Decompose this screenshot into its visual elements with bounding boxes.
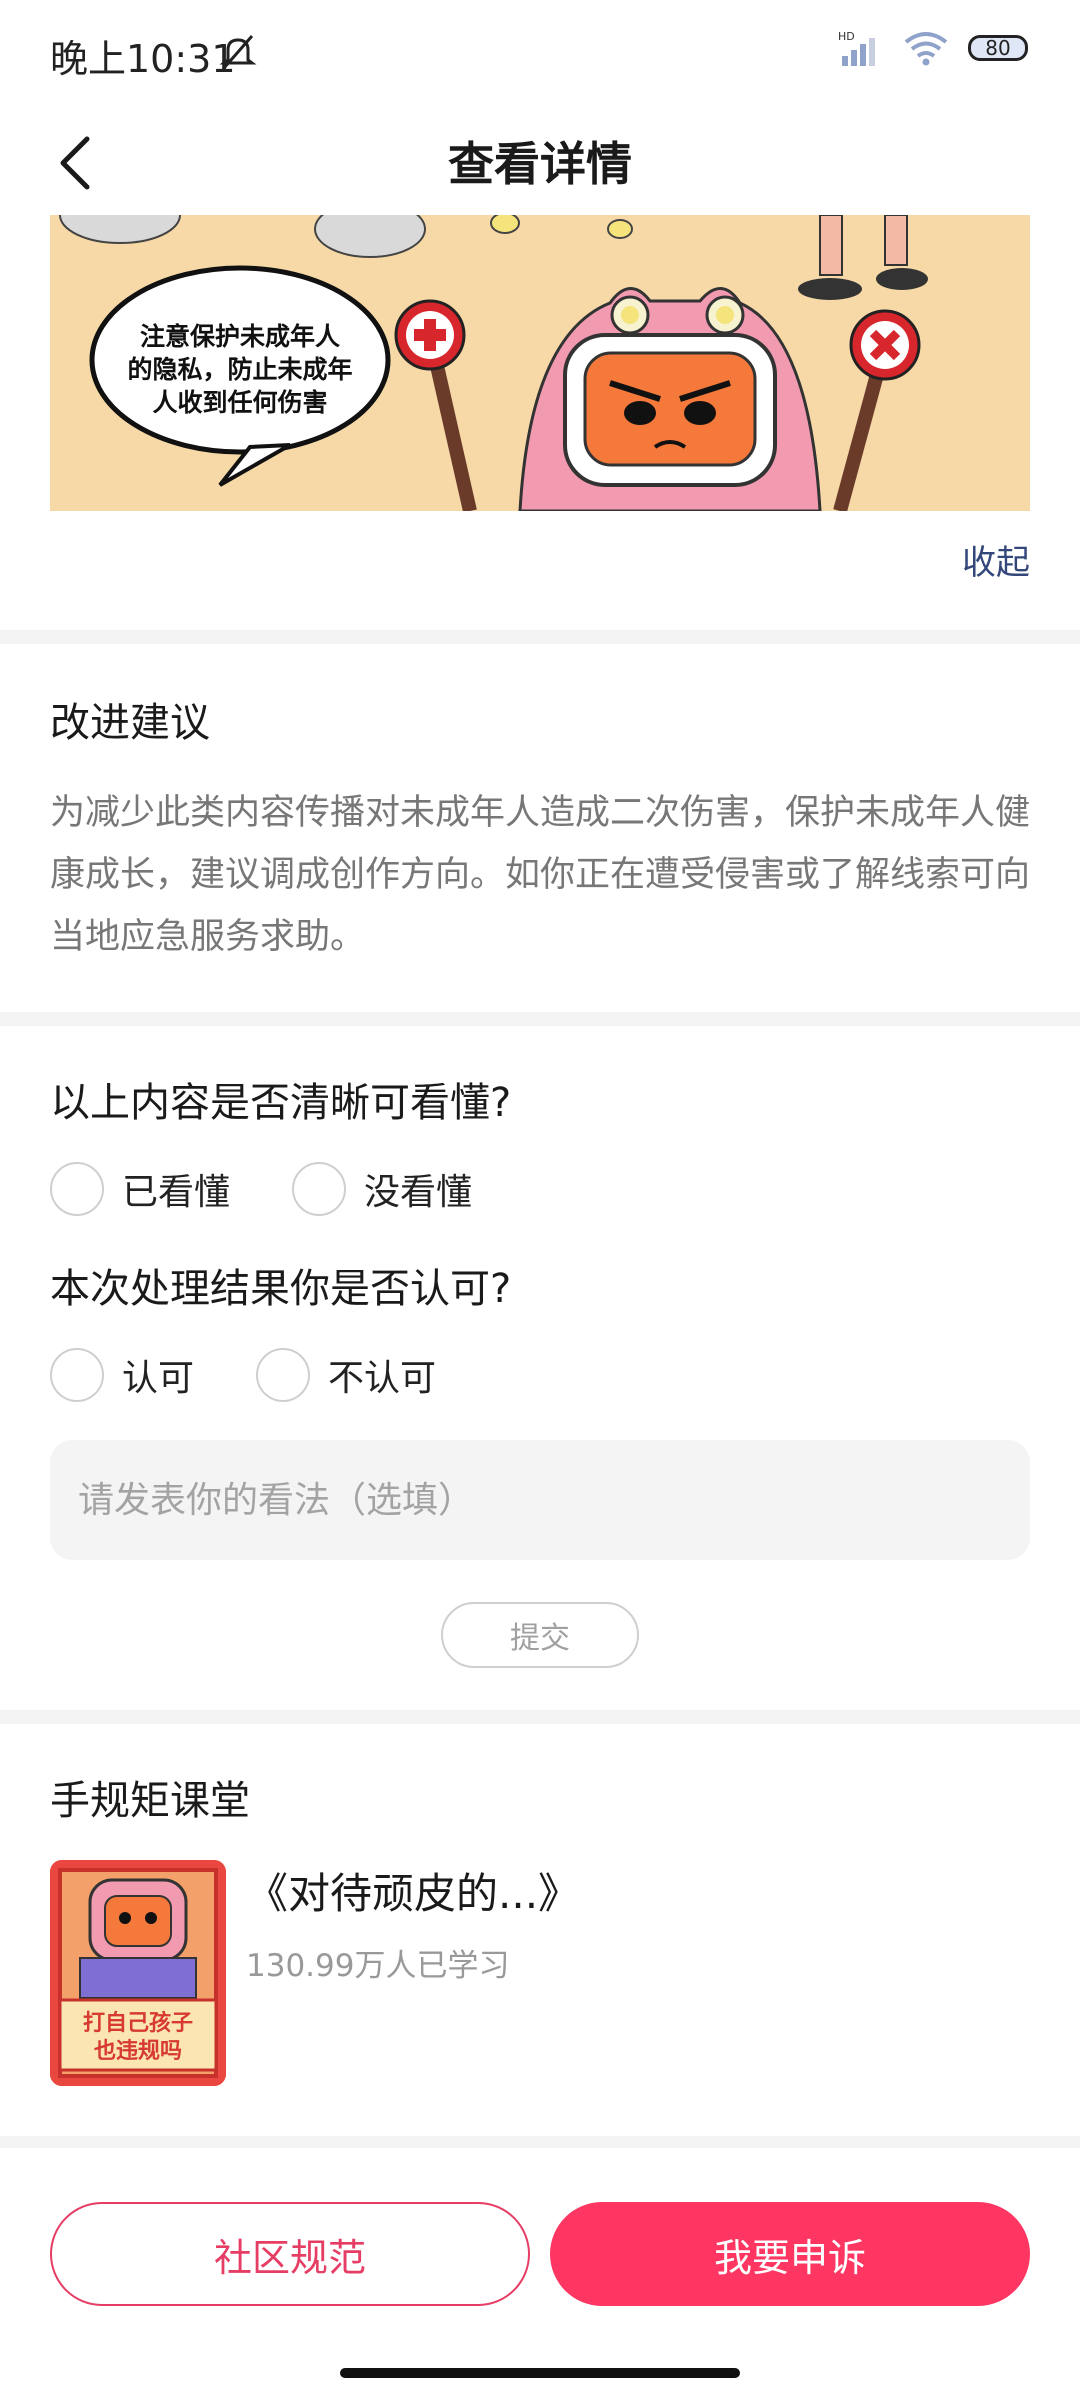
radio-label: 已看懂	[122, 1172, 231, 1213]
speech-line-3: 人收到任何伤害	[152, 388, 327, 417]
speech-line-2: 的隐私，防止未成年	[127, 355, 352, 384]
section-divider	[0, 630, 1080, 644]
status-time: 晚上10:31	[50, 37, 236, 81]
section-divider	[0, 1710, 1080, 1724]
course-thumbnail-art: 打自己孩子 也违规吗	[50, 1860, 226, 2086]
radio-label: 认可	[122, 1358, 195, 1399]
mute-bell-icon	[219, 35, 257, 69]
radio-label: 没看懂	[364, 1172, 473, 1213]
radio-circle[interactable]	[256, 1348, 310, 1402]
speech-line-1: 注意保护未成年人	[140, 322, 340, 351]
wifi-icon	[904, 32, 948, 66]
radio-circle[interactable]	[50, 1348, 104, 1402]
course-learners: 130.99万人已学习	[246, 1948, 510, 1984]
section-divider	[0, 2136, 1080, 2148]
status-bar: 晚上10:31 HD 80	[0, 0, 1080, 100]
banner-illustration: 注意保护未成年人 的隐私，防止未成年 人收到任何伤害	[50, 215, 1030, 511]
radio-understood[interactable]: 已看懂	[50, 1162, 230, 1216]
comment-input[interactable]	[50, 1440, 1030, 1560]
radio-approve[interactable]: 认可	[50, 1348, 194, 1402]
course-thumbnail: 打自己孩子 也违规吗	[50, 1860, 226, 2086]
appeal-button[interactable]: 我要申诉	[550, 2202, 1030, 2306]
community-guidelines-button[interactable]: 社区规范	[50, 2202, 530, 2306]
course-title[interactable]: 《对待顽皮的...》	[246, 1860, 580, 1921]
battery-icon: 80	[968, 35, 1028, 61]
improvement-title: 改进建议	[50, 700, 210, 746]
thumb-text-1: 打自己孩子	[83, 2010, 193, 2036]
radio-circle[interactable]	[292, 1162, 346, 1216]
network-type-label: HD	[838, 30, 855, 43]
signal-icon: HD	[838, 30, 875, 66]
radio-not-understood[interactable]: 没看懂	[292, 1162, 472, 1216]
course-section-title: 手规矩课堂	[50, 1778, 250, 1824]
thumb-text-2: 也违规吗	[94, 2038, 182, 2064]
collapse-link[interactable]: 收起	[962, 535, 1030, 584]
question-clarity: 以上内容是否清晰可看懂?	[50, 1080, 512, 1126]
radio-disapprove[interactable]: 不认可	[256, 1348, 436, 1402]
header: 查看详情	[0, 110, 1080, 210]
improvement-text: 为减少此类内容传播对未成年人造成二次伤害，保护未成年人健康成长，建议调成创作方向…	[50, 793, 1031, 957]
radio-label: 不认可	[328, 1358, 437, 1399]
mascot-illustration: 注意保护未成年人 的隐私，防止未成年 人收到任何伤害	[59, 215, 928, 511]
course-card[interactable]: 打自己孩子 也违规吗 《对待顽皮的...》 130.99万人已学习	[50, 1860, 1030, 2090]
home-indicator[interactable]	[340, 2368, 740, 2378]
section-divider	[0, 1012, 1080, 1026]
question-approval: 本次处理结果你是否认可?	[50, 1266, 512, 1312]
radio-circle[interactable]	[50, 1162, 104, 1216]
page-title: 查看详情	[448, 137, 632, 191]
submit-button[interactable]: 提交	[441, 1602, 639, 1668]
